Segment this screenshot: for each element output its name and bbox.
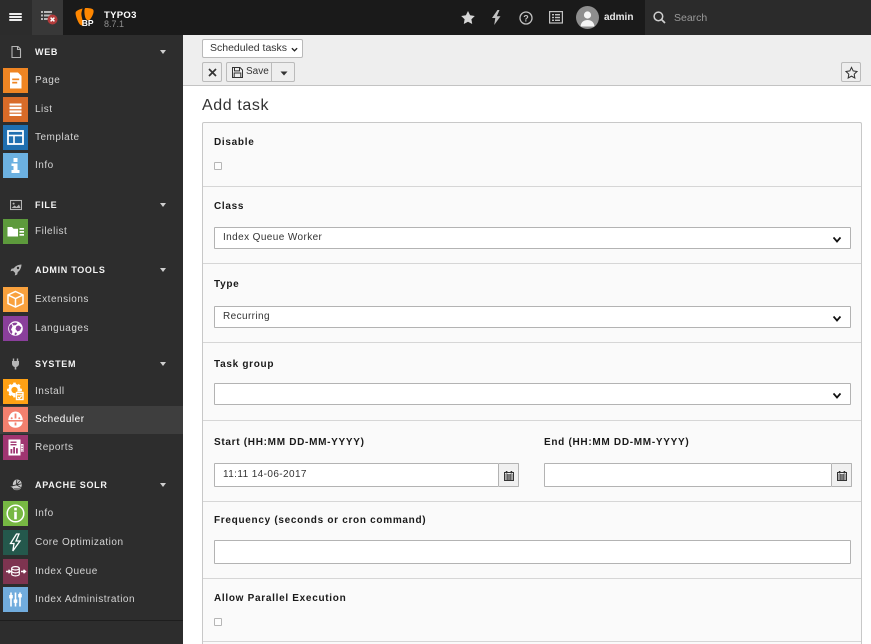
svg-text:?: ?: [523, 13, 529, 23]
svg-text:BP: BP: [82, 18, 94, 27]
